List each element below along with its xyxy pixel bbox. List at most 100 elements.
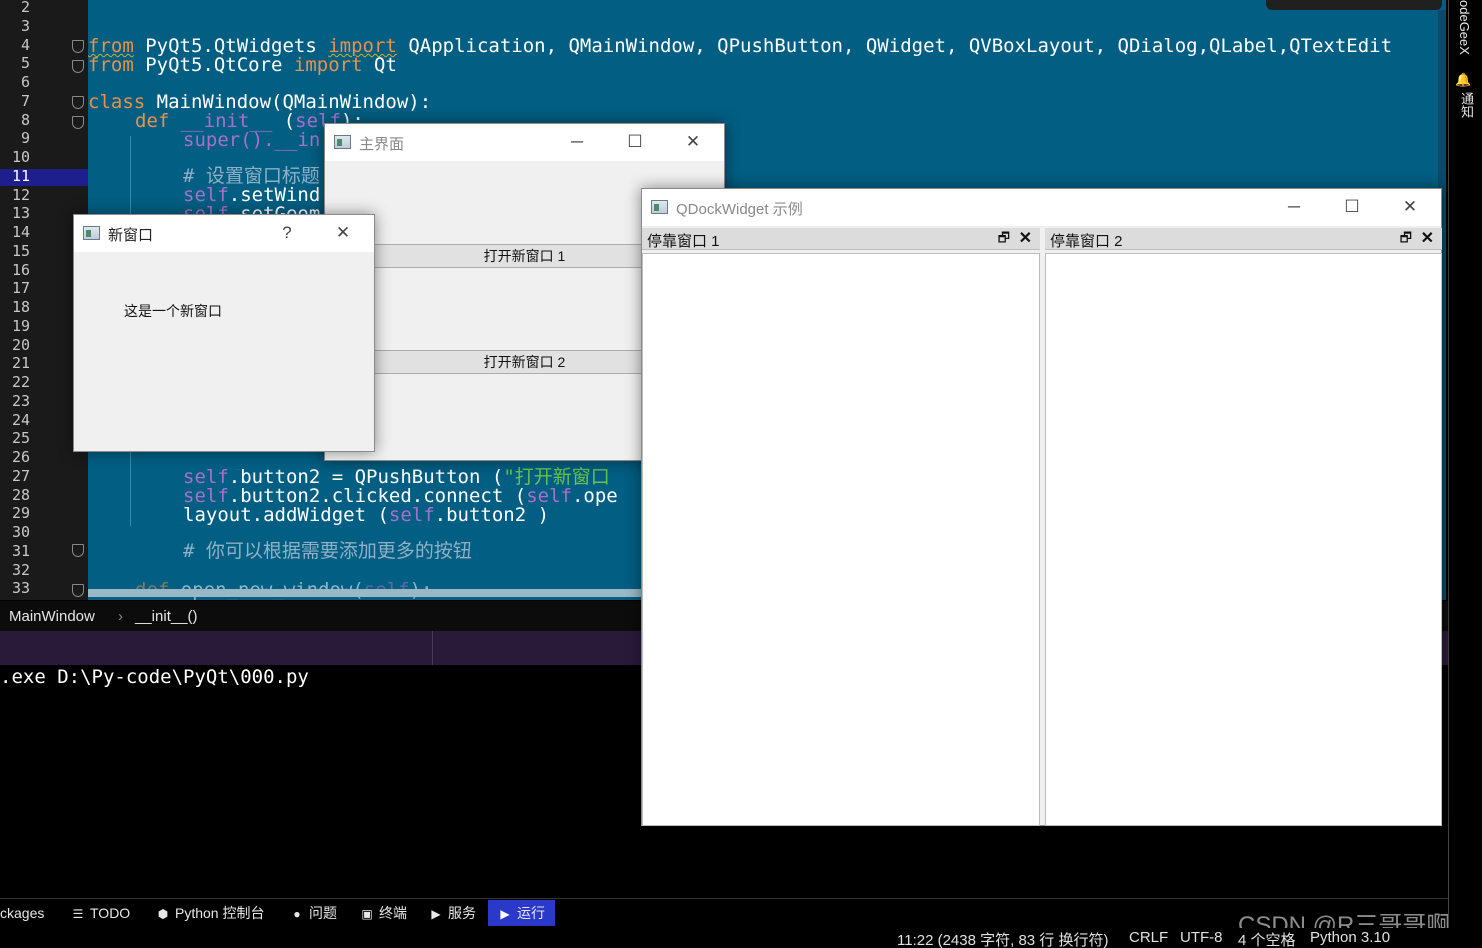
right-tool-bar: odeGeeX 🔔 通知	[1448, 0, 1482, 928]
file-encoding[interactable]: UTF-8	[1180, 929, 1223, 946]
float-icon[interactable]: 🗗	[998, 229, 1010, 251]
close-button[interactable]: ✕	[1387, 189, 1433, 226]
line-number: 8	[20, 110, 30, 129]
horizontal-scrollbar[interactable]	[88, 589, 648, 597]
line-number: 15	[11, 241, 30, 260]
line-number: 20	[11, 335, 30, 354]
line-number: 16	[11, 260, 30, 279]
dock-title: 停靠窗口 1	[647, 233, 720, 250]
line-number: 30	[11, 523, 30, 541]
fold-marker-icon[interactable]	[72, 544, 84, 557]
code-token: Qt	[362, 54, 397, 76]
maximize-button[interactable]: ☐	[612, 124, 658, 161]
close-button[interactable]: ✕	[320, 215, 366, 252]
line-number: 4	[20, 35, 30, 54]
bell-icon[interactable]: 🔔	[1457, 72, 1472, 88]
packages-label: ckages	[0, 905, 45, 921]
todo-tab[interactable]: ☰ TODO	[71, 900, 131, 926]
run-tab[interactable]: ▶ 运行	[488, 900, 555, 926]
indent-setting[interactable]: 4 个空格	[1238, 929, 1296, 948]
caret-position[interactable]: 11:22 (2438 字符, 83 行 换行符)	[897, 929, 1108, 948]
code-token: self	[388, 504, 435, 526]
dock-widget-2: 停靠窗口 2 🗗 ✕	[1045, 228, 1442, 826]
help-button[interactable]: ?	[264, 215, 310, 252]
line-number: 31	[11, 541, 30, 560]
line-separator[interactable]: CRLF	[1129, 929, 1168, 946]
code-token: def	[135, 110, 170, 132]
terminal-tab[interactable]: ▣ 终端	[360, 900, 407, 926]
close-icon[interactable]: ✕	[1421, 228, 1434, 248]
console-output: .exe D:\Py-code\PyQt\000.py	[0, 666, 309, 688]
line-number: 28	[11, 485, 30, 504]
line-number: 12	[11, 185, 30, 204]
services-label: 服务	[448, 905, 476, 921]
status-bar: 11:22 (2438 字符, 83 行 换行符) CRLF UTF-8 4 个…	[0, 928, 1482, 948]
title-bar[interactable]: 主界面 ─ ☐ ✕	[325, 124, 724, 161]
tab-divider	[432, 631, 433, 665]
line-number: 27	[11, 466, 30, 485]
close-icon[interactable]: ✕	[1019, 228, 1032, 248]
code-token: .button2 )	[434, 504, 550, 526]
line-number: 24	[11, 410, 30, 429]
codegeex-tab[interactable]: odeGeeX	[1457, 0, 1472, 55]
line-number: 18	[11, 298, 30, 316]
minimize-button[interactable]: ─	[554, 124, 600, 161]
window-title: 新窗口	[108, 227, 154, 244]
code-token: .ope	[571, 485, 618, 507]
title-bar[interactable]: 新窗口 ? ✕	[74, 215, 374, 252]
code-token: QApplication, QMainWindow, QPushButton, …	[396, 35, 1393, 57]
dialog-label: 这是一个新窗口	[124, 303, 222, 319]
line-number: 26	[11, 448, 30, 466]
line-number: 3	[20, 16, 30, 35]
info-icon: ●	[293, 907, 301, 921]
app-icon	[651, 200, 668, 214]
app-icon	[83, 226, 100, 240]
dialog-window: 新窗口 ? ✕ 这是一个新窗口	[73, 214, 375, 452]
code-token: PyQt5.QtCore	[133, 54, 294, 76]
maximize-button[interactable]: ☐	[1329, 189, 1375, 226]
line-number: 7	[20, 91, 30, 110]
code-token: from	[88, 54, 134, 76]
fold-marker-icon[interactable]	[72, 96, 84, 109]
line-number: 9	[20, 129, 30, 148]
fold-marker-icon[interactable]	[72, 584, 84, 597]
run-label: 运行	[517, 905, 545, 921]
packages-tab[interactable]: ckages	[0, 900, 44, 926]
services-icon: ▶	[431, 907, 441, 921]
terminal-label: 终端	[379, 905, 407, 921]
problems-label: 问题	[309, 905, 337, 921]
services-tab[interactable]: ▶ 服务	[429, 900, 476, 926]
python-console-tab[interactable]: ⬢ Python 控制台	[156, 900, 265, 926]
inspection-widget[interactable]	[1266, 0, 1442, 10]
todo-label: TODO	[90, 905, 131, 921]
line-number: 17	[11, 279, 30, 298]
line-number: 19	[11, 316, 30, 335]
line-number: 14	[11, 223, 30, 241]
breadcrumb-class[interactable]: MainWindow	[9, 608, 95, 625]
fold-marker-icon[interactable]	[72, 60, 84, 73]
line-number: 11	[11, 166, 30, 185]
interpreter[interactable]: Python 3.10	[1310, 929, 1390, 946]
close-button[interactable]: ✕	[670, 124, 716, 161]
fold-marker-icon[interactable]	[72, 40, 84, 53]
line-number: 21	[11, 354, 30, 373]
line-number: 32	[11, 560, 30, 579]
line-number: 23	[11, 391, 30, 410]
dock-title: 停靠窗口 2	[1050, 233, 1123, 250]
code-token: super().__in	[183, 129, 321, 151]
dock-content	[1045, 253, 1442, 826]
problems-tab[interactable]: ● 问题	[290, 900, 337, 926]
dock-title-bar[interactable]: 停靠窗口 1 🗗 ✕	[642, 228, 1040, 250]
dock-window: QDockWidget 示例 ─ ☐ ✕ 停靠窗口 1 🗗 ✕ 停靠窗口 2 🗗…	[641, 188, 1442, 826]
notifications-tab[interactable]: 通知	[1457, 92, 1476, 118]
breadcrumb-method[interactable]: __init__()	[135, 608, 198, 625]
line-number: 22	[11, 373, 30, 391]
float-icon[interactable]: 🗗	[1400, 229, 1412, 251]
title-bar[interactable]: QDockWidget 示例 ─ ☐ ✕	[642, 189, 1441, 226]
line-number: 10	[11, 148, 30, 166]
fold-marker-icon[interactable]	[72, 116, 84, 129]
dock-title-bar[interactable]: 停靠窗口 2 🗗 ✕	[1045, 228, 1442, 250]
window-title: QDockWidget 示例	[676, 201, 803, 218]
line-number: 13	[11, 204, 30, 223]
minimize-button[interactable]: ─	[1271, 189, 1317, 226]
